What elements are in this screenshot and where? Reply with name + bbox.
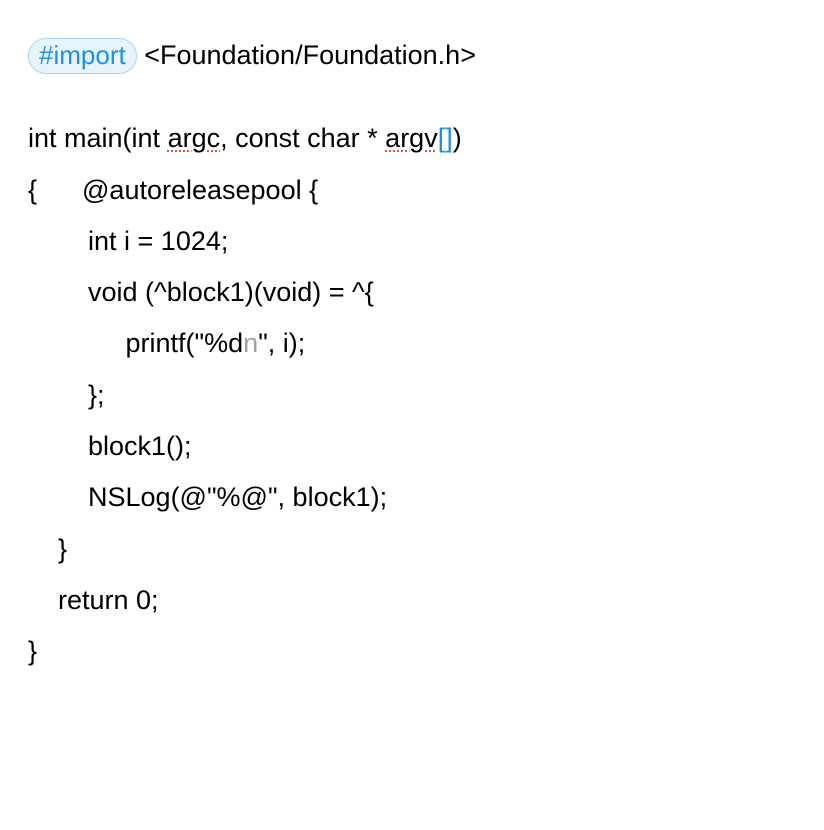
close-paren: ) xyxy=(453,123,462,153)
argv: argv xyxy=(385,123,438,153)
text: ", i); xyxy=(258,328,305,358)
import-path: <Foundation/Foundation.h> xyxy=(137,40,476,70)
close-bracket: ] xyxy=(445,123,453,153)
blank-line xyxy=(28,81,796,113)
line-block-decl: void (^block1)(void) = ^{ xyxy=(28,267,796,318)
code-block: #import <Foundation/Foundation.h> int ma… xyxy=(28,30,796,678)
line-int-i: int i = 1024; xyxy=(28,216,796,267)
line-main-close: } xyxy=(28,626,796,677)
line-block-call: block1(); xyxy=(28,421,796,472)
line-pool-close: } xyxy=(28,524,796,575)
line-import: #import <Foundation/Foundation.h> xyxy=(28,30,796,81)
line-open-autorelease: { @autoreleasepool { xyxy=(28,165,796,216)
argc: argc xyxy=(168,123,221,153)
line-block-close: }; xyxy=(28,370,796,421)
line-nslog: NSLog(@"%@", block1); xyxy=(28,472,796,523)
escape-n: n xyxy=(243,328,258,358)
line-return: return 0; xyxy=(28,575,796,626)
line-printf: printf("%dn", i); xyxy=(28,318,796,369)
text: int main(int xyxy=(28,123,168,153)
line-main-signature: int main(int argc, const char * argv[]) xyxy=(28,113,796,164)
text: , const char * xyxy=(220,123,385,153)
import-directive: #import xyxy=(28,38,137,74)
text: printf("%d xyxy=(28,328,243,358)
